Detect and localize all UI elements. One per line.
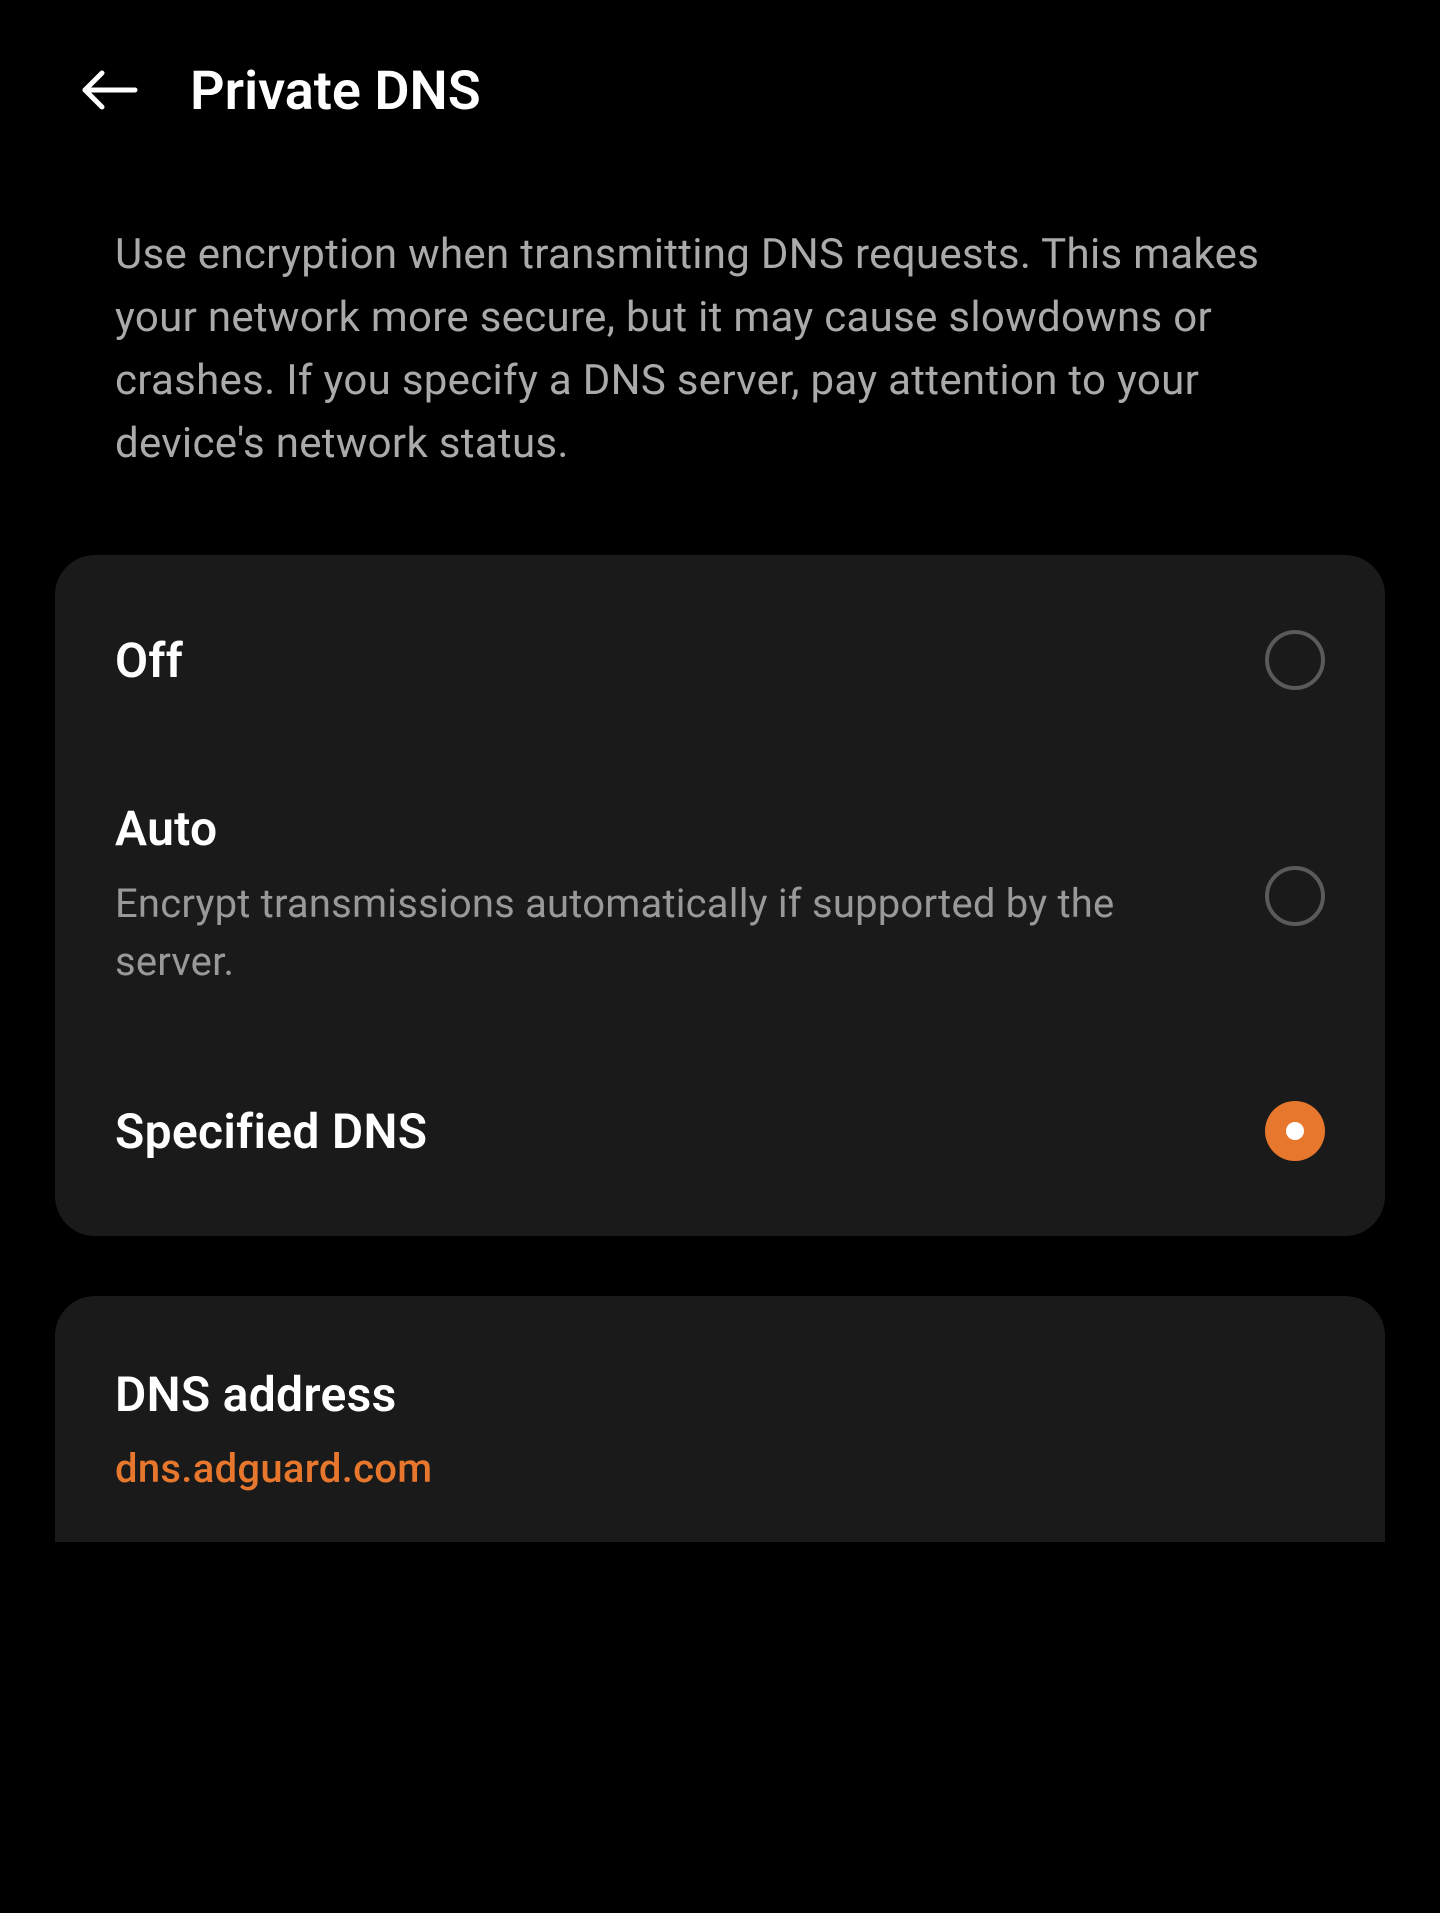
option-auto[interactable]: Auto Encrypt transmissions automatically… [55,745,1385,1046]
option-auto-content: Auto Encrypt transmissions automatically… [115,800,1265,991]
option-off-title: Off [115,632,1235,689]
radio-specified[interactable] [1265,1101,1325,1161]
option-auto-subtitle: Encrypt transmissions automatically if s… [115,875,1235,991]
option-off[interactable]: Off [55,555,1385,745]
dns-address-value: dns.adguard.com [115,1445,1325,1492]
back-arrow-icon[interactable] [80,68,140,116]
radio-off[interactable] [1265,630,1325,690]
option-specified[interactable]: Specified DNS [55,1046,1385,1236]
header: Private DNS [0,0,1440,163]
dns-address-title: DNS address [115,1366,1325,1423]
radio-auto[interactable] [1265,866,1325,926]
option-auto-title: Auto [115,800,1235,857]
page-title: Private DNS [190,60,481,123]
option-specified-content: Specified DNS [115,1103,1265,1160]
dns-address-card[interactable]: DNS address dns.adguard.com [55,1296,1385,1542]
description-text: Use encryption when transmitting DNS req… [0,163,1440,555]
option-off-content: Off [115,632,1265,689]
options-card: Off Auto Encrypt transmissions automatic… [55,555,1385,1236]
option-specified-title: Specified DNS [115,1103,1235,1160]
